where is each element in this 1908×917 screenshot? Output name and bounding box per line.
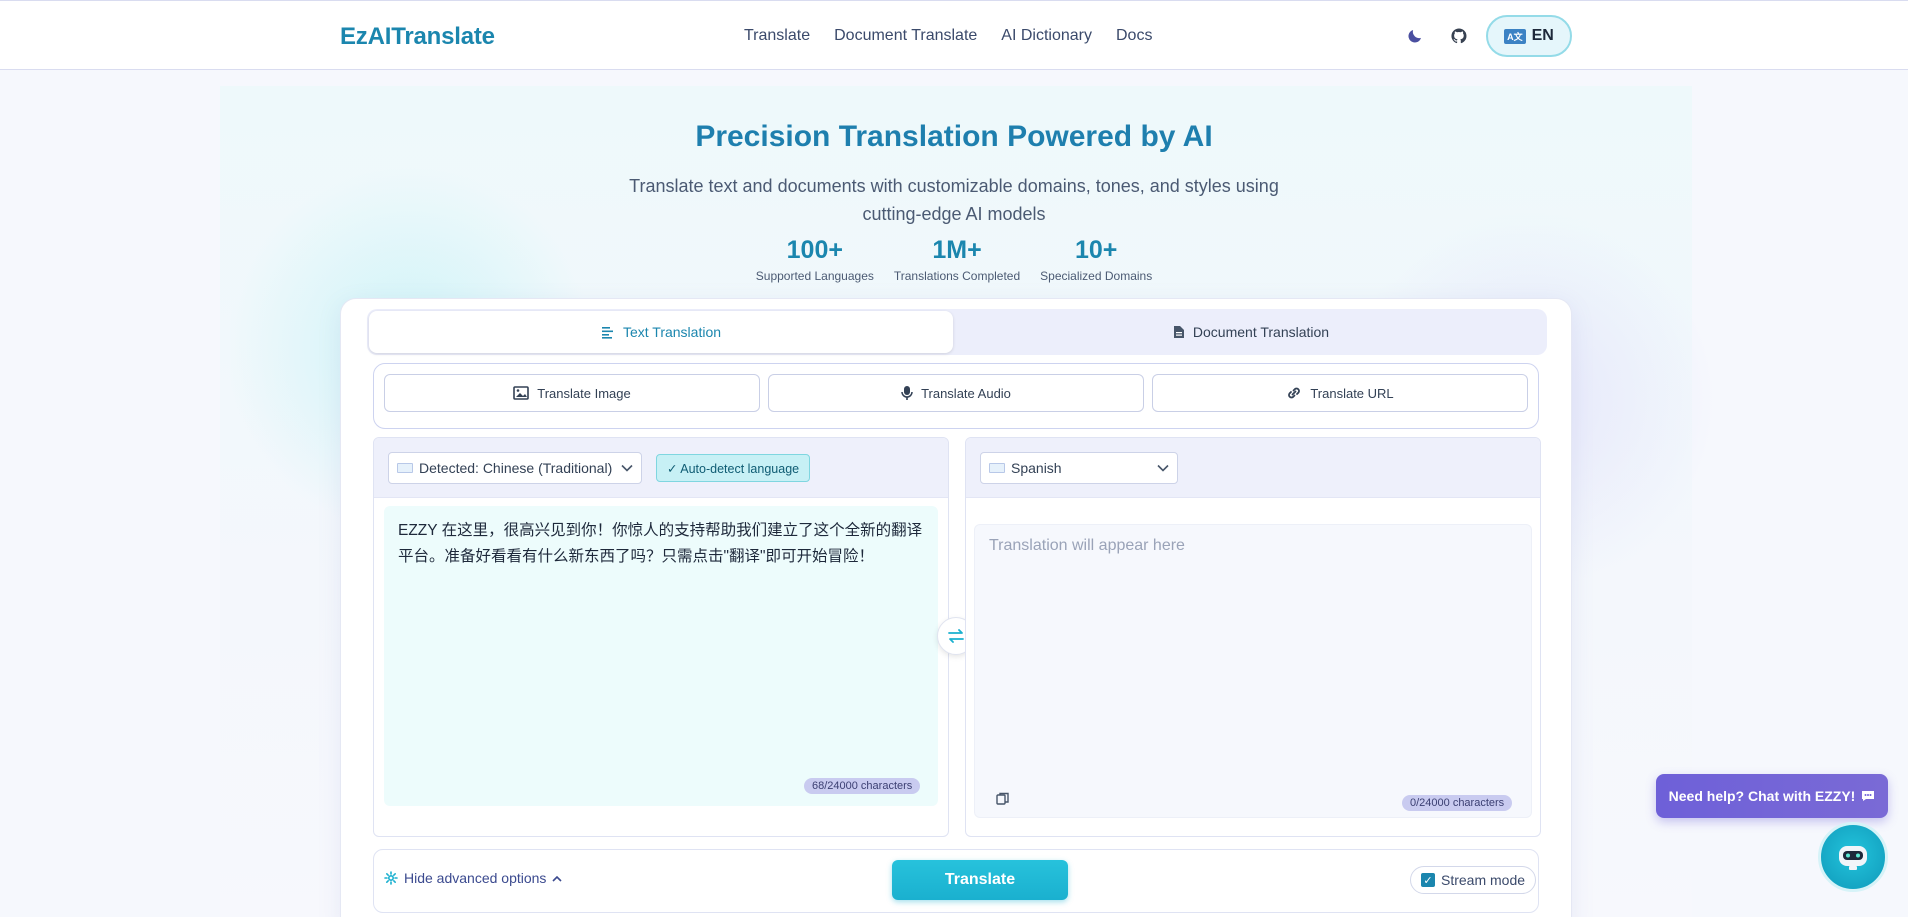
translate-button[interactable]: Translate: [892, 860, 1068, 900]
tool-label: Translate Image: [537, 385, 631, 401]
document-icon: [1173, 326, 1184, 338]
media-tools: Translate Image Translate Audio Translat…: [373, 363, 1539, 429]
target-char-count: 0/24000 characters: [1402, 795, 1513, 811]
toggle-advanced-options[interactable]: Hide advanced options: [384, 870, 563, 886]
tab-label: Text Translation: [622, 324, 722, 340]
chevron-up-icon: [552, 875, 563, 882]
chevron-down-icon: [1157, 464, 1169, 472]
image-icon: [513, 386, 530, 400]
stat-label: Supported Languages: [755, 269, 874, 283]
stream-mode-label: Stream mode: [1441, 872, 1526, 888]
stats-row: 100+ Supported Languages 1M+ Translation…: [0, 236, 1908, 283]
stat-label: Translations Completed: [893, 269, 1021, 283]
translator-card: Text Translation Document Translation Tr…: [340, 298, 1572, 917]
flag-icon: [397, 463, 413, 473]
nav-document-translate[interactable]: Document Translate: [834, 27, 977, 45]
stat-translations: 1M+ Translations Completed: [894, 236, 1020, 283]
chatbot-avatar-button[interactable]: [1818, 822, 1888, 892]
target-language-select[interactable]: Spanish: [980, 452, 1178, 484]
flag-icon: [989, 463, 1005, 473]
stat-languages: 100+ Supported Languages: [756, 236, 874, 283]
swap-arrows-icon: [948, 629, 964, 643]
advanced-label: Hide advanced options: [404, 870, 547, 886]
options-bar: Hide advanced options Translate ✓ Stream…: [373, 849, 1539, 913]
stat-domains: 10+ Specialized Domains: [1040, 236, 1152, 283]
copy-icon[interactable]: [996, 792, 1010, 811]
source-char-count: 68/24000 characters: [804, 778, 921, 794]
microphone-icon: [901, 386, 913, 400]
source-pane-header: Detected: Chinese (Traditional) ✓ Auto-d…: [374, 438, 948, 498]
tab-document-translation[interactable]: Document Translation: [957, 311, 1545, 353]
logo[interactable]: EzAITranslate: [340, 23, 495, 51]
top-header: EzAITranslate Translate Document Transla…: [0, 0, 1908, 70]
target-pane-header: Spanish: [966, 438, 1540, 498]
link-icon: [1288, 387, 1301, 399]
chevron-down-icon: [621, 464, 633, 472]
text-lines-icon: [601, 327, 613, 339]
source-text-input[interactable]: EZZY 在这里，很高兴见到你！你惊人的支持帮助我们建立了这个全新的翻译平台。准…: [384, 506, 938, 806]
stat-label: Specialized Domains: [1040, 269, 1153, 283]
nav-translate[interactable]: Translate: [744, 27, 810, 45]
translation-output: Translation will appear here: [974, 524, 1532, 818]
auto-detect-badge[interactable]: ✓ Auto-detect language: [656, 454, 811, 482]
github-icon[interactable]: [1448, 25, 1470, 47]
source-pane: Detected: Chinese (Traditional) ✓ Auto-d…: [373, 437, 949, 837]
stream-mode-toggle[interactable]: ✓ Stream mode: [1410, 866, 1537, 894]
stat-value: 1M+: [932, 236, 982, 264]
tool-label: Translate URL: [1310, 385, 1394, 401]
source-language-value: Detected: Chinese (Traditional): [419, 460, 613, 476]
dark-mode-moon-icon[interactable]: [1404, 25, 1426, 47]
translate-audio-button[interactable]: Translate Audio: [768, 374, 1144, 412]
chat-icon: [1862, 791, 1875, 801]
target-pane: Spanish Translation will appear here 0/2…: [965, 437, 1541, 837]
robot-icon: [1839, 846, 1867, 870]
language-switch-button[interactable]: A文 EN: [1486, 15, 1572, 57]
hero-title: Precision Translation Powered by AI: [695, 120, 1213, 153]
language-code: EN: [1531, 27, 1554, 44]
nav-ai-dictionary[interactable]: AI Dictionary: [1001, 27, 1092, 45]
translate-url-button[interactable]: Translate URL: [1152, 374, 1528, 412]
chat-help-bubble[interactable]: Need help? Chat with EZZY!: [1656, 774, 1888, 818]
translate-lang-icon: A文: [1504, 28, 1526, 44]
translate-image-button[interactable]: Translate Image: [384, 374, 760, 412]
chat-bubble-label: Need help? Chat with EZZY!: [1668, 788, 1856, 804]
tab-label: Document Translation: [1192, 324, 1330, 340]
hero-subtitle: Translate text and documents with custom…: [629, 176, 1279, 224]
tool-label: Translate Audio: [921, 385, 1011, 401]
tab-text-translation[interactable]: Text Translation: [369, 311, 953, 353]
main-nav: Translate Document Translate AI Dictiona…: [744, 27, 1152, 45]
target-language-value: Spanish: [1011, 460, 1062, 476]
gear-icon: [384, 871, 398, 885]
stat-value: 10+: [1074, 236, 1118, 264]
stat-value: 100+: [786, 236, 843, 264]
mode-tabs: Text Translation Document Translation: [367, 309, 1547, 355]
checkbox-checked-icon[interactable]: ✓: [1421, 873, 1435, 887]
source-language-select[interactable]: Detected: Chinese (Traditional): [388, 452, 642, 484]
nav-docs[interactable]: Docs: [1116, 27, 1152, 45]
